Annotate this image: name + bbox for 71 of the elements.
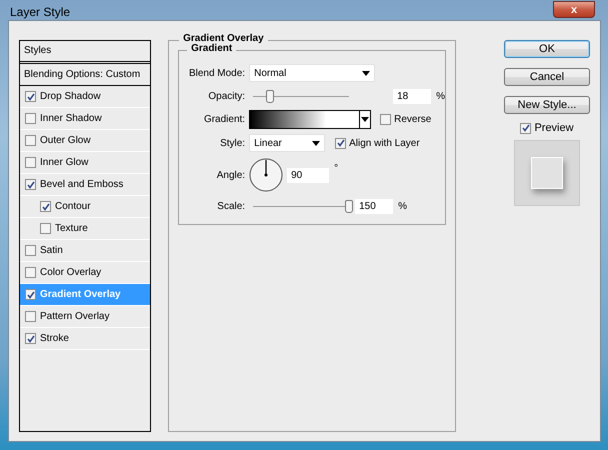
preview-checkbox[interactable] [520,122,532,134]
slider-thumb[interactable] [266,90,274,102]
angle-input[interactable]: 90 [287,168,330,182]
style-checkbox[interactable] [25,245,36,256]
style-item[interactable]: Inner Shadow [20,108,150,130]
checkbox-label: Reverse [394,114,432,124]
style-checkbox[interactable] [25,311,36,322]
style-label: Drop Shadow [40,91,101,102]
style-checkbox[interactable] [25,113,36,124]
style-item[interactable]: Drop Shadow [20,86,150,108]
style-item[interactable]: Pattern Overlay [20,306,150,328]
style-label: Texture [55,223,88,234]
style-label: Color Overlay [40,267,102,278]
window-title: Layer Style [9,5,70,19]
caret-icon [362,70,370,76]
field-label: Angle: [216,170,246,180]
preview-thumbnail [514,140,580,206]
style-item[interactable]: Satin [20,240,150,262]
style-dropdown[interactable]: Linear [249,134,326,152]
dialog-button[interactable]: New Style... [504,96,590,114]
style-checkbox[interactable] [40,223,51,234]
gradient-picker[interactable] [249,110,372,128]
style-label: Contour [55,201,91,212]
field-label: Blend Mode: [188,68,246,78]
align-checkbox[interactable] [335,138,346,148]
field-label: Style: [219,138,246,148]
caret-icon [361,116,370,122]
style-checkbox[interactable] [25,267,36,278]
close-button[interactable]: x [553,1,595,18]
dialog-button[interactable]: OK [504,40,590,58]
unit-label: ° [334,163,338,174]
field-label: Gradient: [202,114,246,124]
style-item[interactable]: Contour [20,196,150,218]
group-title: Gradient [187,43,236,54]
opacity-input[interactable]: 18 [393,88,432,104]
checkbox-label: Preview [534,122,574,134]
field-label: Opacity: [207,90,246,102]
style-checkbox[interactable] [25,289,36,300]
style-checkbox[interactable] [25,333,36,344]
scale-input[interactable]: 150 [355,198,394,214]
style-label: Gradient Overlay [40,289,121,300]
style-checkbox[interactable] [25,179,36,190]
slider-thumb[interactable] [345,200,354,212]
style-label: Pattern Overlay [40,311,110,322]
style-checkbox[interactable] [25,157,36,168]
unit-label: % [436,90,445,102]
field-label: Scale: [216,200,246,212]
style-item[interactable]: Outer Glow [20,130,150,152]
style-item[interactable]: Inner Glow [20,152,150,174]
checkbox-label: Align with Layer [349,138,420,148]
style-label: Satin [40,245,63,256]
style-label: Inner Glow [40,157,88,168]
style-label: Stroke [40,333,69,344]
unit-label: % [398,200,407,212]
style-checkbox[interactable] [25,91,36,102]
style-label: Bevel and Emboss [40,179,124,190]
group-title: Gradient Overlay [179,33,268,44]
blend-mode-dropdown[interactable]: Normal [249,64,376,82]
dialog-button[interactable]: Cancel [504,68,590,86]
caret-icon [312,140,320,146]
style-label: Outer Glow [40,135,91,146]
style-item[interactable]: Stroke [20,328,150,350]
style-item[interactable]: Texture [20,218,150,240]
list-header: Styles [20,41,150,64]
style-checkbox[interactable] [40,201,51,212]
style-label: Inner Shadow [40,113,102,124]
style-checkbox[interactable] [25,135,36,146]
blending-options-item[interactable]: Blending Options: Custom [20,64,150,86]
reverse-checkbox[interactable] [380,114,392,124]
angle-dial-icon[interactable] [249,158,284,192]
style-item[interactable]: Bevel and Emboss [20,174,150,196]
